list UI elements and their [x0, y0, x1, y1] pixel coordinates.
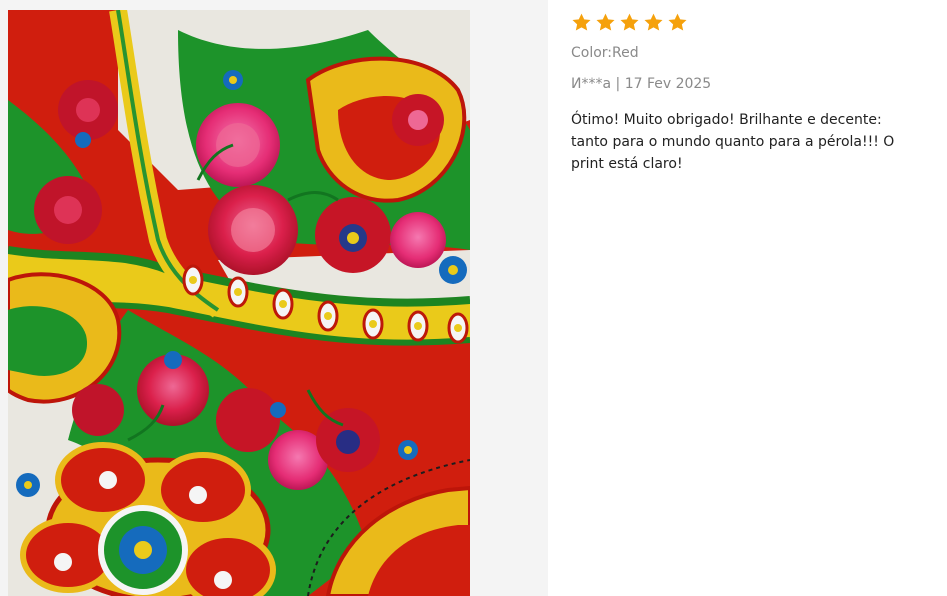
reviewer-name: И***а	[571, 76, 612, 92]
review-photo-panel	[0, 0, 548, 596]
review-card: Color:Red И***а | 17 Fev 2025 Ótimo! Mui…	[0, 0, 947, 596]
star-icon	[596, 13, 615, 31]
review-date: 17 Fev 2025	[624, 76, 712, 92]
star-icon	[572, 13, 591, 31]
review-details: Color:Red И***а | 17 Fev 2025 Ótimo! Mui…	[571, 10, 921, 175]
star-icon	[620, 13, 639, 31]
star-icon	[668, 13, 687, 31]
review-photo[interactable]	[8, 10, 470, 596]
star-icon	[644, 13, 663, 31]
review-text: Ótimo! Muito obrigado! Brilhante e decen…	[571, 112, 895, 172]
review-meta: И***а | 17 Fev 2025	[571, 75, 921, 93]
star-rating	[571, 10, 921, 34]
meta-separator: |	[615, 76, 621, 92]
product-variant: Color:Red	[571, 45, 639, 61]
floral-shawl-photo	[8, 10, 470, 596]
